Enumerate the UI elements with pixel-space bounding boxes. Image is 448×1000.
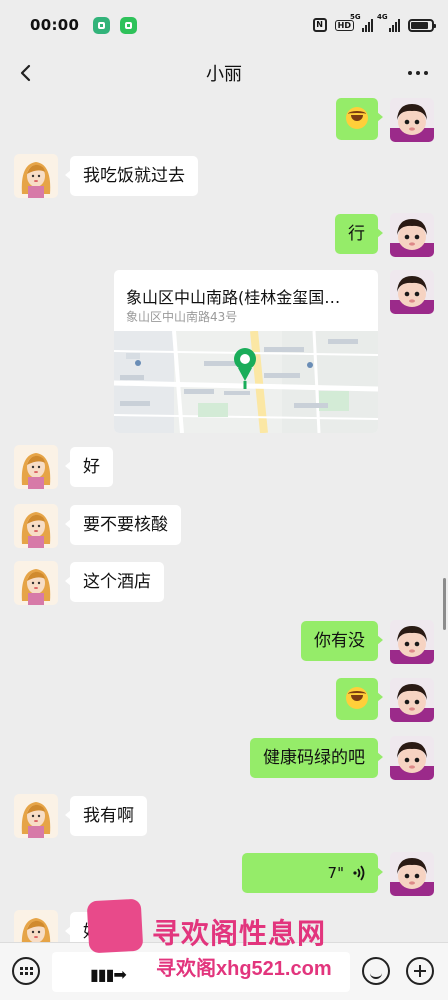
- status-indicators: N HD 5G 4G: [312, 13, 436, 32]
- watermark-logo: [86, 898, 144, 954]
- more-options-icon[interactable]: [408, 71, 428, 75]
- back-arrow-icon[interactable]: [16, 63, 36, 83]
- contact-avatar[interactable]: [14, 154, 58, 198]
- message-bubble-theirs[interactable]: 这个酒店: [65, 562, 164, 602]
- message-bubble-theirs[interactable]: 我吃饭就过去: [65, 156, 198, 196]
- voice-duration: 7": [327, 864, 344, 882]
- my-avatar[interactable]: [390, 620, 434, 664]
- my-avatar[interactable]: [390, 736, 434, 780]
- battery-icon: [408, 18, 436, 32]
- scrollbar-thumb[interactable]: [443, 578, 446, 630]
- message-bubble-theirs[interactable]: 要不要核酸: [65, 505, 181, 545]
- my-avatar[interactable]: [390, 270, 434, 314]
- message-bubble-theirs[interactable]: 好: [65, 447, 113, 487]
- my-avatar[interactable]: [390, 852, 434, 896]
- chat-title: 小丽: [206, 64, 242, 85]
- contact-avatar[interactable]: [14, 561, 58, 605]
- contact-avatar[interactable]: [14, 504, 58, 548]
- hd-badge: HD: [334, 19, 354, 31]
- message-bubble-mine[interactable]: 你有没: [301, 621, 383, 661]
- my-avatar[interactable]: [390, 98, 434, 142]
- keyboard-toggle-icon[interactable]: [12, 957, 40, 985]
- voice-message-bubble[interactable]: 7": [242, 853, 383, 893]
- signal-4g-label: 4G: [377, 12, 388, 21]
- contact-avatar[interactable]: [14, 794, 58, 838]
- watermark-line1: 寻欢阁性息网: [152, 917, 327, 950]
- status-bar: 00:00 N HD 5G 4G: [0, 0, 448, 50]
- signal-5g-label: 5G: [350, 12, 361, 21]
- location-title: 象山区中山南路(桂林金玺国…: [126, 288, 341, 307]
- nfc-icon: N: [312, 18, 327, 32]
- watermark-line2: 寻欢阁xhg521.com: [156, 958, 332, 980]
- location-card[interactable]: 象山区中山南路(桂林金玺国… 象山区中山南路43号: [114, 270, 378, 433]
- signal-5g-icon: 5G: [350, 13, 373, 32]
- wechat-notification-icon: [120, 16, 138, 34]
- message-bubble-mine[interactable]: 行: [335, 214, 383, 254]
- voice-wave-icon: [353, 865, 365, 881]
- message-bubble-theirs[interactable]: 我有啊: [65, 796, 147, 836]
- message-bubble-mine[interactable]: [336, 98, 383, 140]
- message-bubble-mine[interactable]: [336, 678, 383, 720]
- chat-header: 小丽: [0, 50, 448, 96]
- watermark: 寻欢阁性息网 寻欢阁xhg521.com: [86, 898, 388, 1000]
- signal-4g-icon: 4G: [377, 13, 400, 32]
- location-address: 象山区中山南路43号: [126, 310, 238, 324]
- my-avatar[interactable]: [390, 213, 434, 257]
- message-bubble-mine[interactable]: 健康码绿的吧: [250, 738, 383, 778]
- laughing-crying-emoji-icon: [346, 107, 368, 129]
- app-notification-icon: [93, 16, 111, 34]
- contact-avatar[interactable]: [14, 445, 58, 489]
- plus-more-icon[interactable]: [406, 957, 434, 985]
- my-avatar[interactable]: [390, 678, 434, 722]
- status-time: 00:00: [30, 16, 80, 34]
- laughing-crying-emoji-icon: [346, 687, 368, 709]
- location-map-preview: [114, 331, 378, 433]
